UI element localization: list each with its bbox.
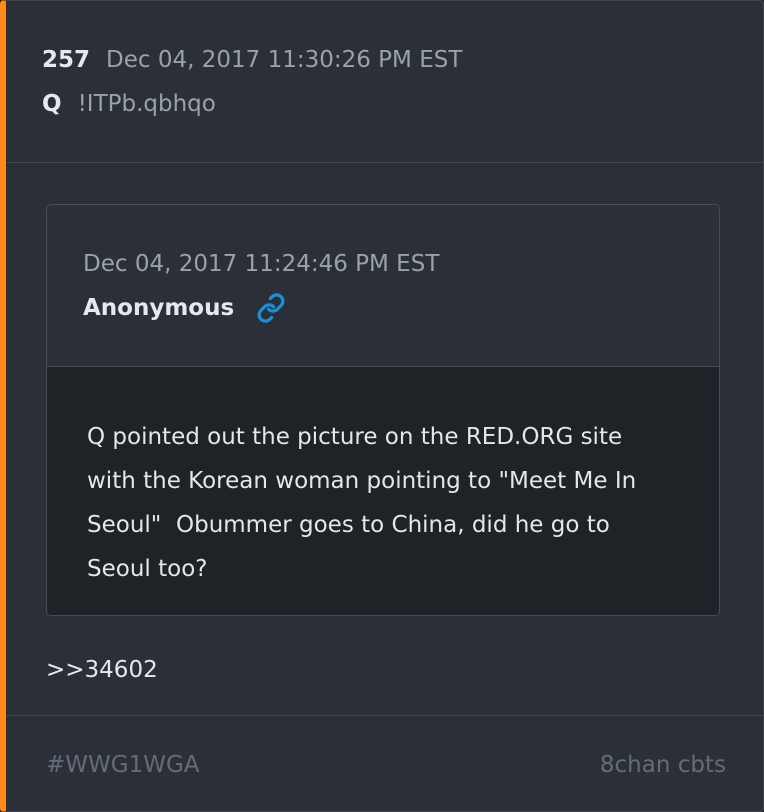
post-timestamp: Dec 04, 2017 11:30:26 PM EST <box>106 47 463 73</box>
quoted-post-header: Dec 04, 2017 11:24:46 PM EST Anonymous <box>47 205 719 367</box>
post-number: 257 <box>42 47 91 73</box>
post-footer: #WWG1WGA 8chan cbts <box>6 715 763 811</box>
quoted-post-text: Q pointed out the picture on the RED.ORG… <box>47 367 719 615</box>
source-label: 8chan cbts <box>599 751 726 778</box>
post-author: Q <box>42 91 62 117</box>
post-card: 257 Dec 04, 2017 11:30:26 PM EST Q !ITPb… <box>0 0 764 812</box>
quoted-post: Dec 04, 2017 11:24:46 PM EST Anonymous Q… <box>46 204 720 616</box>
post-tripcode: !ITPb.qbhqo <box>77 91 216 117</box>
reply-reference-link[interactable]: >>34602 <box>46 657 158 683</box>
link-icon[interactable] <box>256 293 286 323</box>
quoted-post-timestamp: Dec 04, 2017 11:24:46 PM EST <box>83 251 440 277</box>
hashtag: #WWG1WGA <box>46 751 200 778</box>
quoted-post-author: Anonymous <box>83 295 235 321</box>
post-header: 257 Dec 04, 2017 11:30:26 PM EST Q !ITPb… <box>6 1 763 163</box>
